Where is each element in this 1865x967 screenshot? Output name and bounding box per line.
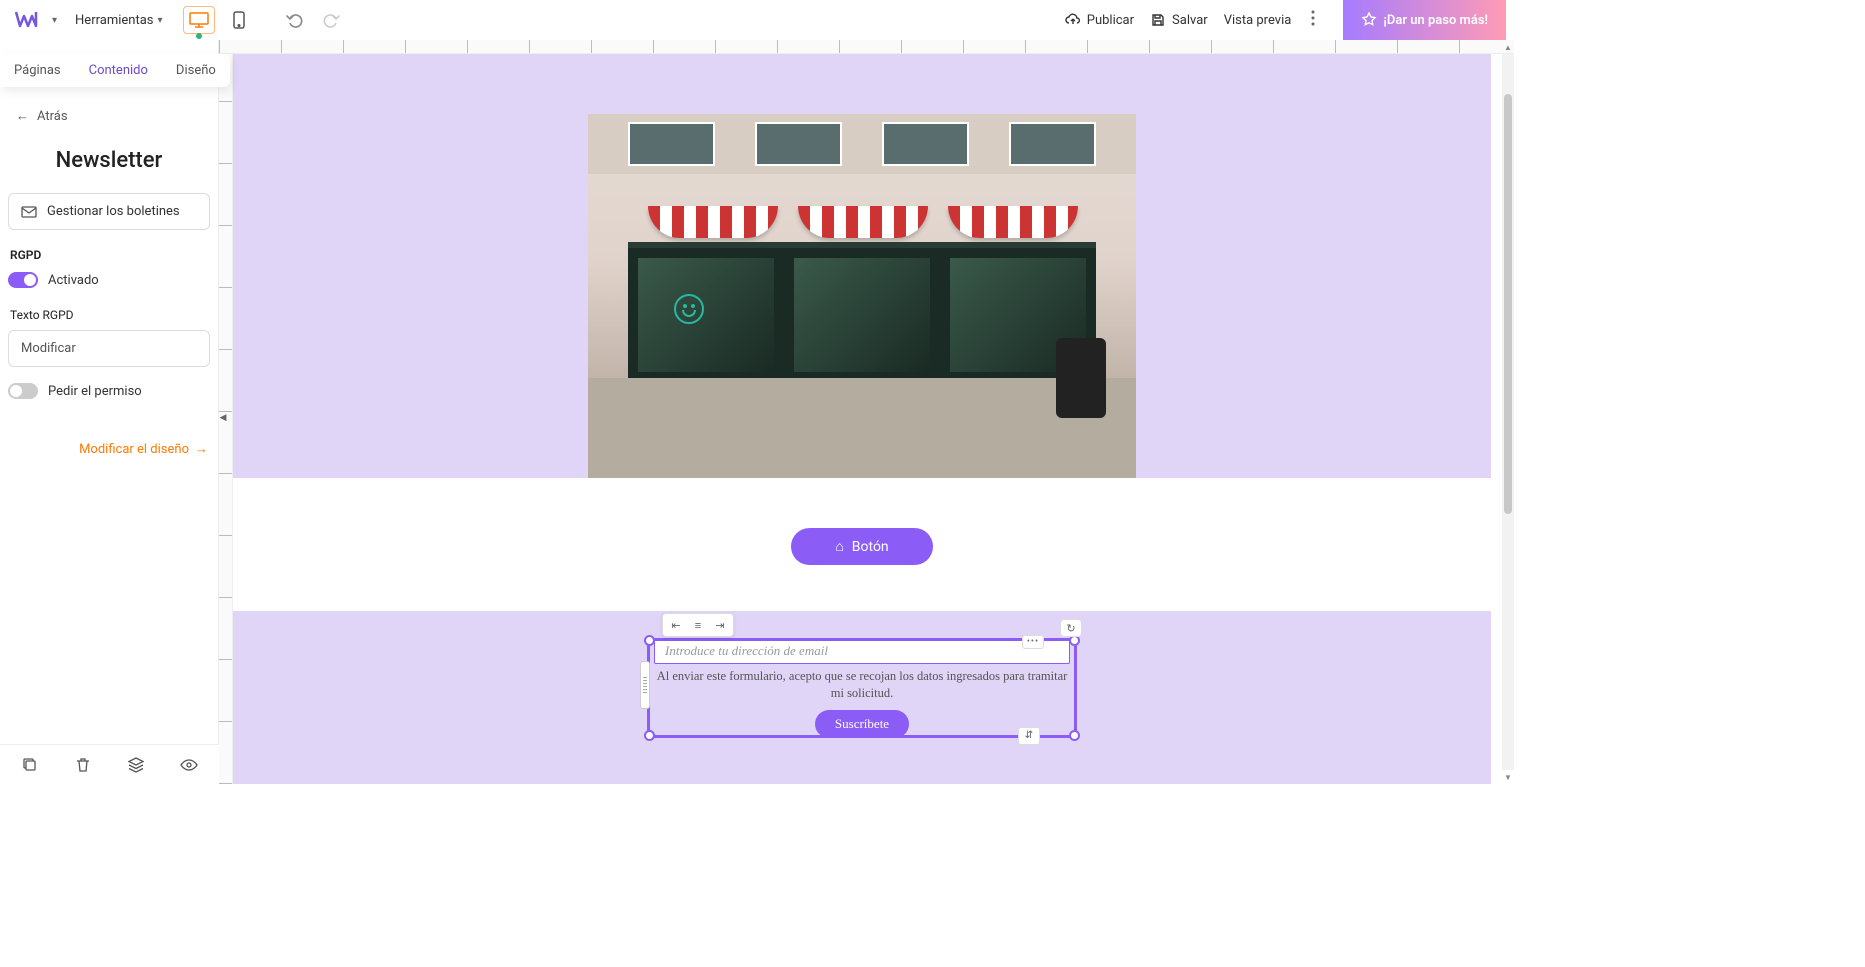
rgpd-text-input[interactable]: Modificar [8, 330, 210, 367]
sidebar-collapse-handle[interactable]: ◀ [218, 410, 228, 426]
envelope-icon [21, 206, 37, 218]
rgpd-toggle-label: Activado [48, 273, 99, 288]
align-left-button[interactable]: ⇤ [665, 616, 687, 634]
preview-button[interactable]: Vista previa [1224, 13, 1292, 28]
button-label: Botón [852, 539, 889, 555]
desktop-view-button[interactable] [183, 6, 215, 34]
hero-section[interactable] [233, 54, 1491, 478]
visibility-button[interactable] [176, 751, 201, 779]
save-label: Salvar [1172, 13, 1208, 28]
align-center-button[interactable]: ≡ [687, 616, 709, 634]
star-icon [1361, 12, 1377, 28]
delete-button[interactable] [71, 751, 96, 779]
sidebar-panel: ← Atrás Newsletter Gestionar los boletin… [0, 40, 219, 744]
panel-title: Newsletter [8, 148, 210, 173]
align-right-button[interactable]: ⇥ [709, 616, 731, 634]
rgpd-text-label: Texto RGPD [10, 308, 210, 322]
permission-toggle-label: Pedir el permiso [48, 384, 142, 399]
preview-label: Vista previa [1224, 13, 1292, 28]
permission-toggle-row: Pedir el permiso [8, 381, 210, 401]
rgpd-toggle-row: Activado [8, 270, 210, 290]
spacing-button[interactable]: ⇵ [1018, 727, 1040, 745]
save-icon [1150, 12, 1166, 28]
arrow-right-icon: → [195, 441, 208, 457]
modify-design-label: Modificar el diseño [79, 442, 189, 457]
tools-label: Herramientas [75, 13, 153, 28]
arrow-left-icon: ← [16, 108, 29, 124]
rgpd-section-label: RGPD [10, 248, 210, 262]
selection-frame: ⇤ ≡ ⇥ ↻ ••• ⇵ [647, 638, 1077, 738]
canvas-area: ⌂ Botón ⇤ ≡ [219, 40, 1514, 784]
modify-design-link[interactable]: Modificar el diseño → [8, 441, 210, 457]
tab-content[interactable]: Contenido [75, 54, 162, 87]
button-section[interactable]: ⌂ Botón [233, 478, 1491, 611]
cta-button-element[interactable]: ⌂ Botón [791, 528, 932, 565]
back-button[interactable]: ← Atrás [8, 102, 210, 130]
element-more-button[interactable]: ••• [1022, 635, 1044, 649]
manage-label: Gestionar los boletines [47, 204, 180, 219]
cta-label: ¡Dar un paso más! [1383, 13, 1488, 28]
topbar: ▾ Herramientas ▾ Publicar Salvar [0, 0, 1514, 40]
resize-handle-br[interactable] [1069, 730, 1080, 741]
upgrade-cta-button[interactable]: ¡Dar un paso más! [1343, 0, 1506, 40]
manage-newsletters-button[interactable]: Gestionar los boletines [8, 193, 210, 230]
newsletter-widget[interactable]: ⇤ ≡ ⇥ ↻ ••• ⇵ Introduce tu dirección de … [647, 638, 1077, 738]
resize-handle-bl[interactable] [644, 730, 655, 741]
tab-pages[interactable]: Páginas [0, 54, 75, 87]
undo-redo-group [281, 6, 345, 34]
tools-chevron-icon: ▾ [154, 15, 167, 26]
rotate-button[interactable]: ↻ [1060, 619, 1082, 637]
vertical-scrollbar[interactable]: ▲ ▼ [1502, 54, 1514, 770]
mobile-view-button[interactable] [223, 6, 255, 34]
scroll-down-icon[interactable]: ▼ [1502, 770, 1514, 784]
hero-image[interactable] [588, 114, 1136, 478]
undo-button[interactable] [281, 6, 309, 34]
save-button[interactable]: Salvar [1150, 12, 1208, 28]
home-icon: ⌂ [835, 538, 843, 555]
redo-button[interactable] [317, 6, 345, 34]
sidebar-tabs: Páginas Contenido Diseño [0, 54, 230, 87]
layers-button[interactable] [124, 751, 149, 779]
resize-handle-tl[interactable] [644, 635, 655, 646]
rgpd-toggle[interactable] [8, 272, 38, 288]
smiley-icon[interactable] [674, 294, 704, 324]
logo-icon[interactable] [14, 8, 38, 32]
cloud-upload-icon [1065, 12, 1081, 28]
copy-button[interactable] [18, 751, 43, 779]
tab-design[interactable]: Diseño [162, 54, 230, 87]
publish-button[interactable]: Publicar [1065, 12, 1134, 28]
canvas-viewport[interactable]: ⌂ Botón ⇤ ≡ [233, 54, 1500, 784]
back-label: Atrás [37, 109, 68, 124]
topbar-left: ▾ Herramientas ▾ [8, 6, 345, 34]
ruler-horizontal [219, 40, 1514, 54]
more-menu-button[interactable] [1307, 10, 1319, 30]
page-content: ⌂ Botón ⇤ ≡ [233, 54, 1491, 784]
logo-chevron-icon[interactable]: ▾ [48, 15, 61, 26]
scrollbar-thumb[interactable] [1504, 94, 1512, 514]
publish-label: Publicar [1087, 13, 1134, 28]
align-toolbar: ⇤ ≡ ⇥ [662, 613, 734, 637]
bottom-toolbar [0, 744, 219, 784]
tools-menu[interactable]: Herramientas ▾ [65, 13, 177, 28]
permission-toggle[interactable] [8, 383, 38, 399]
drag-grip[interactable] [640, 661, 650, 709]
scroll-up-icon[interactable]: ▲ [1502, 40, 1514, 54]
newsletter-section[interactable]: ⇤ ≡ ⇥ ↻ ••• ⇵ Introduce tu dirección de … [233, 611, 1491, 784]
topbar-right: Publicar Salvar Vista previa ¡Dar un pas… [1065, 0, 1506, 40]
